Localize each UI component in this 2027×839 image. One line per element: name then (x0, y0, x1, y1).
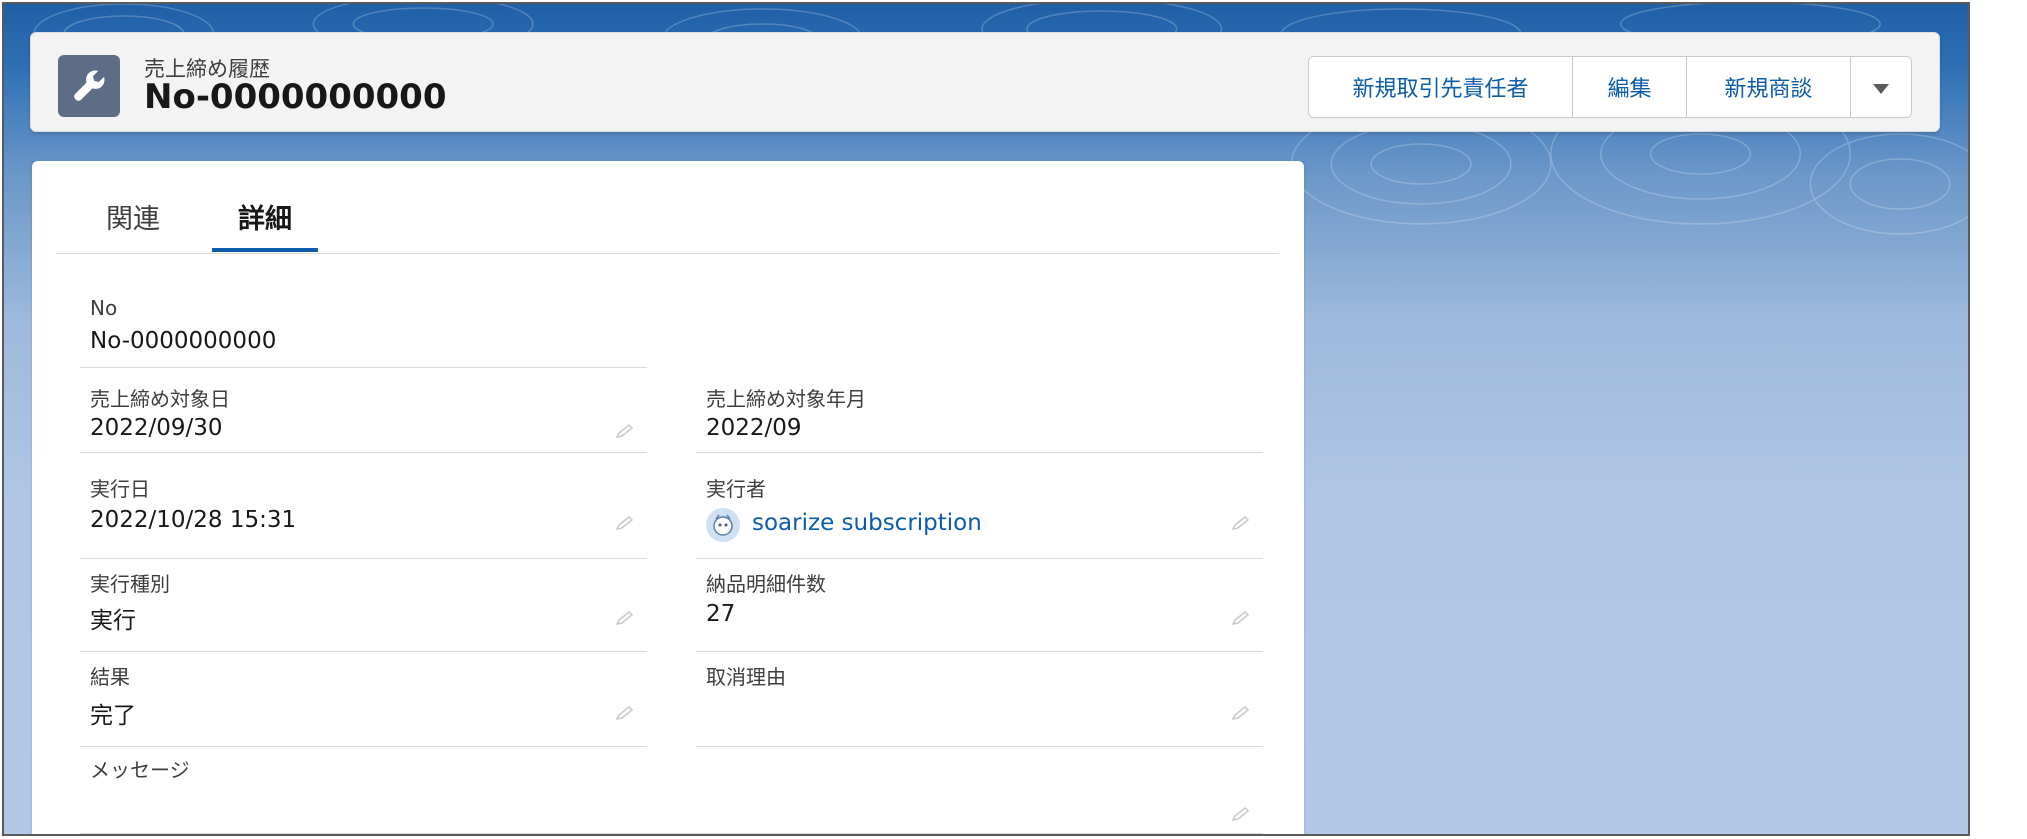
field-divider (80, 558, 647, 559)
field-value: 2022/09 (706, 415, 802, 441)
field-label: 納品明細件数 (706, 572, 826, 596)
field-result: 結果 完了 (80, 661, 647, 747)
pencil-icon[interactable] (1231, 806, 1251, 822)
field-value: 2022/09/30 (90, 415, 223, 441)
field-label: 実行日 (90, 477, 150, 501)
field-exec-date: 実行日 2022/10/28 15:31 (80, 473, 647, 559)
chevron-down-icon (1873, 75, 1889, 100)
executor-user-link[interactable]: soarize subscription (752, 510, 982, 536)
field-divider (696, 651, 1263, 652)
field-line-count: 納品明細件数 27 (696, 568, 1263, 652)
pencil-icon[interactable] (1231, 610, 1251, 626)
pencil-icon[interactable] (1231, 515, 1251, 531)
field-target-month: 売上締め対象年月 2022/09 (696, 383, 1263, 453)
field-message: メッセージ (80, 754, 1263, 834)
field-divider (696, 452, 1263, 453)
field-value: No-0000000000 (90, 328, 277, 354)
field-label: 実行者 (706, 477, 766, 501)
pencil-icon[interactable] (615, 705, 635, 721)
field-label: 取消理由 (706, 665, 786, 689)
field-label: 売上締め対象年月 (706, 387, 866, 411)
field-divider (80, 452, 647, 453)
new-contact-button[interactable]: 新規取引先責任者 (1309, 57, 1573, 117)
field-label: 結果 (90, 665, 130, 689)
field-label: 実行種別 (90, 572, 170, 596)
wrench-icon (58, 55, 120, 117)
pencil-icon[interactable] (615, 515, 635, 531)
field-divider (696, 746, 1263, 747)
field-target-date: 売上締め対象日 2022/09/30 (80, 383, 647, 453)
field-divider (80, 367, 647, 368)
user-avatar-icon (706, 508, 740, 542)
more-actions-button[interactable] (1851, 57, 1911, 117)
tab-related[interactable]: 関連 (106, 197, 160, 236)
pencil-icon[interactable] (1231, 705, 1251, 721)
field-label: メッセージ (90, 758, 190, 782)
field-exec-type: 実行種別 実行 (80, 568, 647, 652)
field-value: 完了 (90, 703, 136, 729)
field-divider (696, 558, 1263, 559)
pencil-icon[interactable] (615, 610, 635, 626)
active-tab-indicator (212, 248, 318, 252)
field-divider (80, 746, 647, 747)
app-frame: 売上締め履歴 No-0000000000 新規取引先責任者 編集 新規商談 関連… (2, 2, 1970, 836)
pencil-icon[interactable] (615, 423, 635, 439)
field-value: 27 (706, 601, 736, 627)
field-label: 売上締め対象日 (90, 387, 230, 411)
field-label: No (90, 296, 118, 320)
field-cancel-reason: 取消理由 (696, 661, 1263, 747)
field-executor: 実行者 soarize subscription (696, 473, 1263, 559)
field-value: 実行 (90, 608, 136, 634)
new-opportunity-button[interactable]: 新規商談 (1687, 57, 1851, 117)
field-value: 2022/10/28 15:31 (90, 507, 297, 533)
field-no: No No-0000000000 (80, 296, 647, 368)
record-header: 売上締め履歴 No-0000000000 新規取引先責任者 編集 新規商談 (30, 32, 1940, 132)
field-divider (80, 651, 647, 652)
action-button-group: 新規取引先責任者 編集 新規商談 (1308, 56, 1912, 118)
edit-button[interactable]: 編集 (1573, 57, 1687, 117)
detail-card: 関連 詳細 No No-0000000000 売上締め対象日 2022/09/3… (32, 161, 1304, 834)
tab-bar: 関連 詳細 (56, 161, 1279, 254)
record-title: No-0000000000 (144, 77, 447, 117)
field-divider (80, 833, 1263, 834)
tab-detail[interactable]: 詳細 (238, 197, 292, 236)
